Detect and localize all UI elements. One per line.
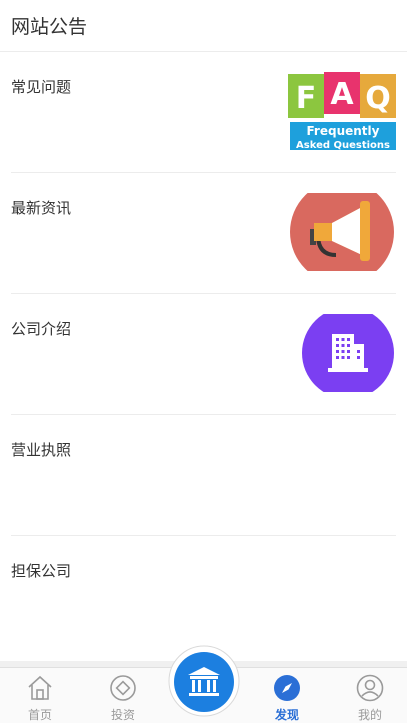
list-item-faq[interactable]: 常见问题 F A Q Frequently Asked Questions (11, 52, 396, 173)
tab-home-label: 首页 (27, 708, 52, 722)
invest-icon (110, 675, 136, 701)
tab-home[interactable]: 首页 (10, 668, 70, 724)
tab-discover[interactable]: 发现 (257, 668, 317, 724)
list-item-label: 公司介绍 (11, 320, 72, 338)
compass-icon (274, 675, 300, 701)
list-item-company[interactable]: 公司介绍 (11, 294, 396, 415)
bank-center-button[interactable] (168, 645, 240, 717)
list-item-license[interactable]: 营业执照 (11, 415, 396, 536)
faq-letter-f: F (296, 81, 317, 116)
tab-invest[interactable]: 投资 (93, 668, 153, 724)
faq-line-2: Asked Questions (296, 140, 390, 150)
faq-line-1: Frequently (307, 124, 380, 138)
list-item-label: 营业执照 (11, 441, 72, 459)
faq-image: F A Q Frequently Asked Questions (288, 72, 396, 150)
user-icon (356, 674, 384, 702)
list-item-news[interactable]: 最新资讯 (11, 173, 396, 294)
megaphone-image (290, 193, 394, 271)
list-item-label: 担保公司 (11, 562, 72, 580)
faq-letter-a: A (330, 77, 354, 112)
home-icon (28, 675, 52, 700)
list-item-label: 最新资讯 (11, 199, 72, 217)
tab-discover-label: 发现 (274, 708, 299, 722)
list-item-guarantee[interactable]: 担保公司 (11, 536, 396, 657)
faq-letter-q: Q (365, 81, 391, 116)
announcement-list: 常见问题 F A Q Frequently Asked Questions 最新… (0, 52, 407, 657)
tab-invest-label: 投资 (110, 708, 135, 722)
list-item-label: 常见问题 (11, 78, 72, 96)
header: 网站公告 (0, 0, 407, 52)
tab-mine[interactable]: 我的 (340, 668, 400, 724)
tab-mine-label: 我的 (357, 708, 382, 722)
building-image (302, 314, 394, 392)
page-title: 网站公告 (11, 16, 88, 38)
